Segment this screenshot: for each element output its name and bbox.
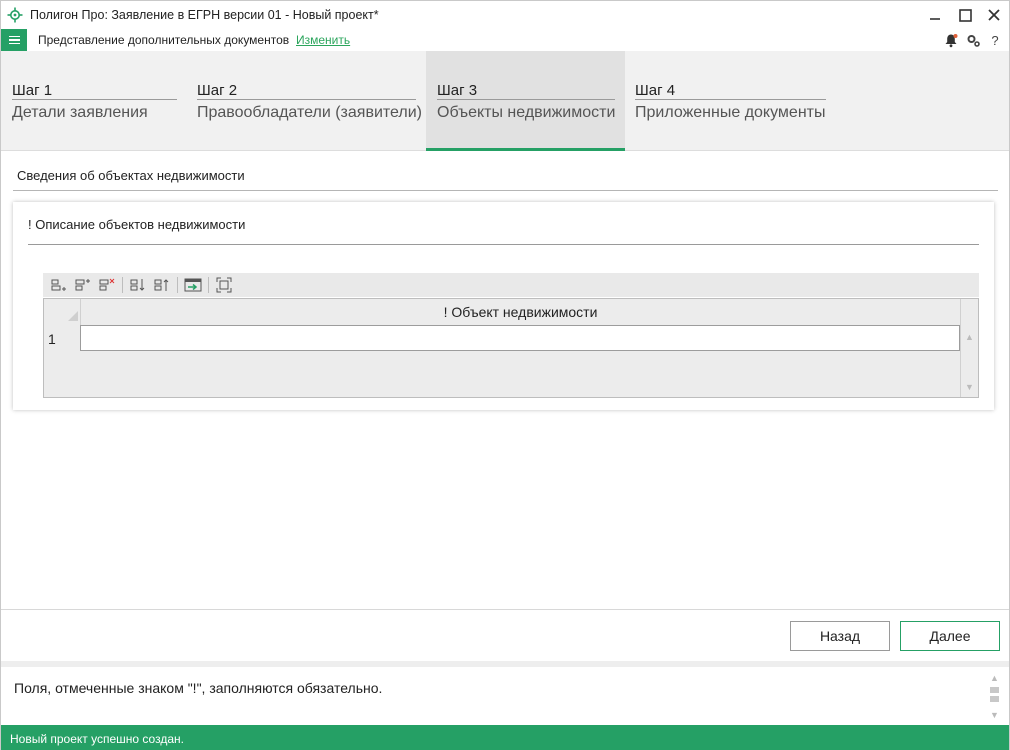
- add-row-icon: [51, 279, 66, 291]
- hint-text: Поля, отмеченные знаком "!", заполняются…: [14, 680, 383, 696]
- bell-icon[interactable]: [943, 31, 959, 49]
- back-button[interactable]: Назад: [790, 621, 890, 651]
- panel-title: ! Описание объектов недвижимости: [28, 217, 246, 232]
- step-4-tab[interactable]: Шаг 4 Приложенные документы: [624, 51, 844, 151]
- step-4-name: Приложенные документы: [635, 104, 826, 121]
- fullscreen-button[interactable]: [213, 275, 235, 295]
- delete-row-icon: [99, 278, 115, 291]
- expand-icon: [216, 277, 232, 293]
- step-1-tab[interactable]: Шаг 1 Детали заявления: [1, 51, 187, 151]
- minimize-icon: [930, 18, 940, 20]
- footer-divider: [1, 609, 1009, 610]
- scroll-down-icon[interactable]: ▼: [990, 710, 999, 720]
- window-title: Полигон Про: Заявление в ЕГРН версии 01 …: [30, 8, 379, 22]
- add-row-button[interactable]: [48, 275, 70, 295]
- hint-scrollbar[interactable]: ▲ ▼: [989, 673, 1001, 721]
- delete-row-button[interactable]: [96, 275, 118, 295]
- move-up-icon: [154, 279, 169, 291]
- move-down-icon: [130, 279, 145, 291]
- grid-corner[interactable]: [44, 299, 80, 325]
- panel-divider: [28, 244, 979, 245]
- hamburger-menu-button[interactable]: [1, 29, 27, 51]
- column-header[interactable]: ! Объект недвижимости: [80, 299, 960, 325]
- step-3-tab[interactable]: Шаг 3 Объекты недвижимости: [426, 51, 625, 151]
- step-4-number: Шаг 4: [635, 82, 676, 99]
- hint-panel: Поля, отмеченные знаком "!", заполняются…: [1, 667, 1009, 725]
- active-step-indicator: [426, 148, 625, 151]
- maximize-icon: [958, 8, 972, 22]
- step-3-number: Шаг 3: [437, 82, 478, 99]
- step-1-name: Детали заявления: [12, 104, 148, 121]
- step-3-name: Объекты недвижимости: [437, 104, 616, 121]
- move-row-up-button[interactable]: [151, 275, 173, 295]
- objects-grid: ! Объект недвижимости 1 ▲ ▼: [43, 298, 979, 398]
- close-button[interactable]: [983, 5, 1005, 25]
- grid-scrollbar[interactable]: ▲ ▼: [960, 299, 978, 397]
- section-divider: [13, 190, 998, 191]
- status-text: Новый проект успешно создан.: [10, 732, 184, 746]
- insert-row-button[interactable]: [72, 275, 94, 295]
- object-cell[interactable]: [80, 325, 960, 351]
- change-link[interactable]: Изменить: [296, 33, 350, 47]
- next-button[interactable]: Далее: [900, 621, 1000, 651]
- close-icon: [988, 9, 1000, 21]
- move-row-down-button[interactable]: [127, 275, 149, 295]
- step-2-name: Правообладатели (заявители): [197, 104, 422, 121]
- import-button[interactable]: [182, 275, 204, 295]
- grid-toolbar: [43, 273, 979, 297]
- menu-bar: Представление дополнительных документов …: [1, 29, 1009, 51]
- scroll-thumb[interactable]: [990, 696, 999, 702]
- document-mode-label: Представление дополнительных документов: [38, 33, 290, 47]
- wizard-steps: Шаг 1 Детали заявления Шаг 2 Правооблада…: [1, 51, 1009, 151]
- app-logo-icon: [7, 7, 23, 23]
- status-bar: Новый проект успешно создан.: [1, 725, 1009, 750]
- import-icon: [184, 278, 202, 292]
- scroll-down-icon[interactable]: ▼: [965, 382, 974, 392]
- title-bar: Полигон Про: Заявление в ЕГРН версии 01 …: [1, 1, 1009, 29]
- step-1-number: Шаг 1: [12, 82, 53, 99]
- maximize-button[interactable]: [954, 5, 976, 25]
- step-2-number: Шаг 2: [197, 82, 238, 99]
- section-title: Сведения об объектах недвижимости: [17, 168, 245, 183]
- objects-panel: ! Описание объектов недвижимости ! Объек…: [13, 202, 994, 410]
- insert-row-icon: [75, 279, 90, 291]
- scroll-up-icon[interactable]: ▲: [990, 673, 999, 683]
- settings-gears-icon[interactable]: [965, 31, 981, 49]
- row-number: 1: [48, 331, 56, 347]
- scroll-up-icon[interactable]: ▲: [965, 332, 974, 342]
- help-icon[interactable]: ?: [987, 31, 1003, 49]
- app-window: Полигон Про: Заявление в ЕГРН версии 01 …: [0, 0, 1010, 750]
- step-2-tab[interactable]: Шаг 2 Правообладатели (заявители): [186, 51, 426, 151]
- minimize-button[interactable]: [924, 5, 946, 25]
